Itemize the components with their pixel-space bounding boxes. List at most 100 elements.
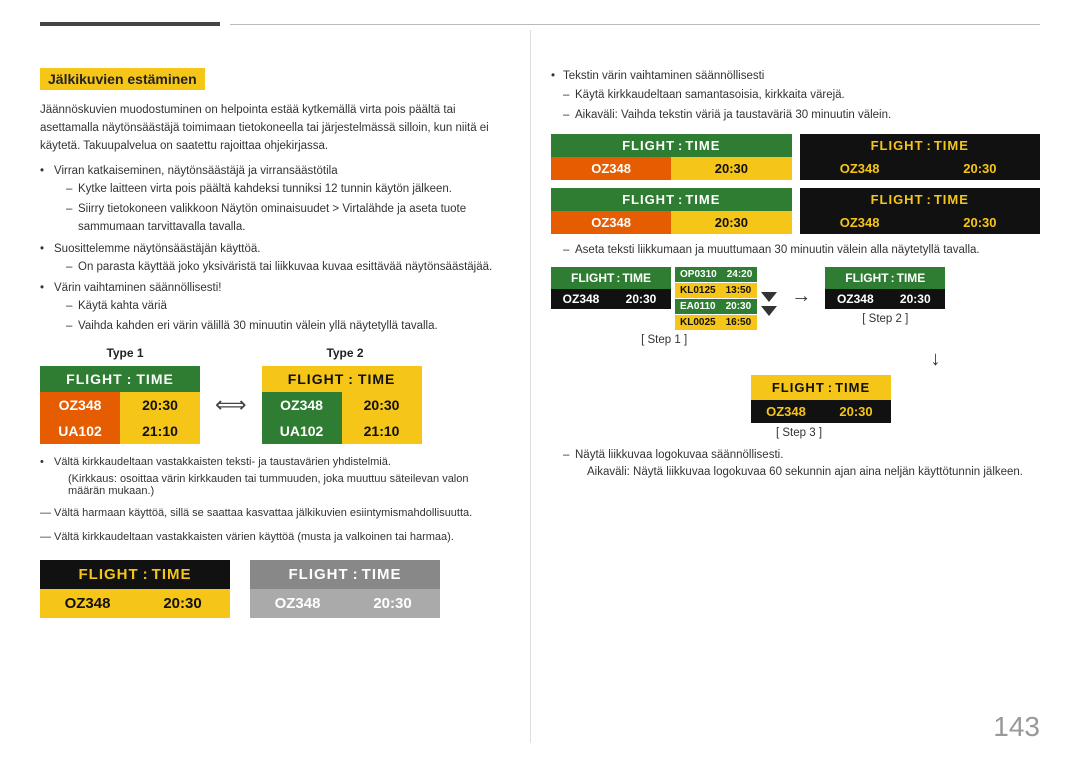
warn-bullet-1: Vältä kirkkaudeltaan vastakkaisten tekst… [40, 454, 500, 471]
step1-box: FLIGHT : TIME OZ348 20:30 OP [551, 267, 777, 346]
sub-dash-3a: Käytä kahta väriä [54, 298, 500, 316]
type2-header-flight: FLIGHT [288, 371, 345, 387]
step-dash-text: Aseta teksti liikkumaan ja muuttumaan 30… [551, 242, 1040, 259]
g2-flight: FLIGHT [871, 138, 924, 153]
g2-time-val: 20:30 [920, 157, 1040, 180]
g3-flight: FLIGHT [622, 192, 675, 207]
step3-flight: FLIGHT [772, 380, 825, 395]
g2-oz: OZ348 [800, 157, 920, 180]
bullet-item-3: Värin vaihtaminen säännöllisesti! Käytä … [40, 280, 500, 335]
sub-dash-1b: Siirry tietokoneen valikkoon Näytön omin… [54, 201, 500, 237]
step3-time-val: 20:30 [821, 400, 891, 423]
scroll-r3-c1: EA0110 [675, 299, 721, 314]
bullet-item-1: Virran katkaiseminen, näytönsäästäjä ja … [40, 163, 500, 236]
step3-board: FLIGHT : TIME OZ348 20:30 [751, 375, 891, 423]
section-heading: Jälkikuvien estäminen [40, 68, 205, 90]
scroll-r3-c2: 20:30 [721, 299, 758, 314]
bottom-gray-time-val: 20:30 [345, 589, 440, 618]
type2-ua: UA102 [262, 418, 342, 444]
bottom-gray-flight: FLIGHT [289, 566, 349, 583]
step1-scroll-rows: OP0310 24:20 KL0125 13:50 EA0110 20:30 [675, 267, 757, 330]
g1-time: TIME [685, 138, 720, 153]
type1-ua: UA102 [40, 418, 120, 444]
type2-header-time: TIME [358, 371, 395, 387]
horizontal-arrow: ⟺ [215, 392, 247, 418]
g4-time-val: 20:30 [920, 211, 1040, 234]
rule-dark [40, 22, 220, 26]
type1-label: Type 1 [40, 346, 210, 360]
grid-board-1: FLIGHT : TIME OZ348 20:30 [551, 134, 792, 180]
right-sub-1: Käytä kirkkaudeltaan samantasoisia, kirk… [551, 87, 1040, 104]
type1-header-flight: FLIGHT [66, 371, 123, 387]
g1-flight: FLIGHT [622, 138, 675, 153]
g4-flight: FLIGHT [871, 192, 924, 207]
darr-2 [761, 306, 777, 316]
type2-ua-time: 21:10 [342, 418, 422, 444]
sub-dash-2a: On parasta käyttää joko yksiväristä tai … [54, 259, 500, 277]
warn-paren: (Kirkkaus: osoittaa värin kirkkauden tai… [40, 473, 500, 497]
bottom-dark-flight: FLIGHT [79, 566, 139, 583]
type2-row1: OZ348 20:30 [262, 392, 422, 418]
bottom-gray-row: OZ348 20:30 [250, 589, 440, 618]
g1-time-val: 20:30 [671, 157, 791, 180]
g3-time-val: 20:30 [671, 211, 791, 234]
step2-to-step3-arrow: ↓ [831, 348, 1040, 371]
bottom-gray-oz: OZ348 [250, 589, 345, 618]
bottom-note-area: Näytä liikkuvaa logokuvaa säännöllisesti… [551, 447, 1040, 482]
page-number: 143 [993, 711, 1040, 743]
bottom-dark-row: OZ348 20:30 [40, 589, 230, 618]
grid-board-3: FLIGHT : TIME OZ348 20:30 [551, 188, 792, 234]
step1-time-val: 20:30 [611, 289, 671, 309]
type1-row2: UA102 21:10 [40, 418, 200, 444]
step3-label: [ Step 3 ] [776, 427, 822, 439]
scroll-r1-c1: OP0310 [675, 267, 722, 282]
type1-row1: OZ348 20:30 [40, 392, 200, 418]
steps-row: FLIGHT : TIME OZ348 20:30 OP [551, 267, 1040, 346]
step2-board: FLIGHT : TIME OZ348 20:30 [825, 267, 945, 309]
step2-time-label: TIME [897, 271, 926, 285]
rule-light [230, 24, 1040, 25]
step2-time-val: 20:30 [885, 289, 945, 309]
top-rules [40, 22, 1040, 26]
type2-board-header: FLIGHT : TIME [262, 366, 422, 392]
type1-oz: OZ348 [40, 392, 120, 418]
right-sub-2: Aikaväli: Vaihda tekstin väriä ja tausta… [551, 107, 1040, 124]
step2-label: [ Step 2 ] [862, 313, 908, 325]
type2-label: Type 2 [260, 346, 430, 360]
grid-board-4: FLIGHT : TIME OZ348 20:30 [800, 188, 1041, 234]
grid-board-2: FLIGHT : TIME OZ348 20:30 [800, 134, 1041, 180]
scroll-r2-c1: KL0125 [675, 283, 721, 298]
bottom-dark-oz: OZ348 [40, 589, 135, 618]
sub-dash-3b: Vaihda kahden eri värin välillä 30 minuu… [54, 318, 500, 336]
g3-time: TIME [685, 192, 720, 207]
right-column: Tekstin värin vaihtaminen säännöllisesti… [530, 30, 1040, 743]
warn-line-1: Vältä harmaan käyttöä, sillä se saattaa … [40, 505, 500, 522]
right-top-area: Tekstin värin vaihtaminen säännöllisesti… [551, 68, 1040, 124]
bottom-boards: FLIGHT : TIME OZ348 20:30 FLIGHT : TIME … [40, 560, 500, 618]
type1-time: 20:30 [120, 392, 200, 418]
step2-oz: OZ348 [825, 289, 885, 309]
bottom-gray-time: TIME [362, 566, 402, 583]
step2-content: FLIGHT : TIME OZ348 20:30 [825, 267, 945, 309]
bottom-note-sub: Aikaväli: Näytä liikkuvaa logokuvaa 60 s… [551, 464, 1040, 481]
type1-board-header: FLIGHT : TIME [40, 366, 200, 392]
sub-dash-1a: Kytke laitteen virta pois päältä kahdeks… [54, 181, 500, 199]
scroll-r2-c2: 13:50 [721, 283, 758, 298]
type2-board: FLIGHT : TIME OZ348 20:30 UA102 21:10 [262, 366, 422, 444]
g3-oz: OZ348 [551, 211, 671, 234]
step3-oz: OZ348 [751, 400, 821, 423]
type2-oz: OZ348 [262, 392, 342, 418]
step2-box: FLIGHT : TIME OZ348 20:30 [ Step 2 ] [825, 267, 945, 325]
warn-line-2: Vältä kirkkaudeltaan vastakkaisten värie… [40, 529, 500, 546]
step1-content: FLIGHT : TIME OZ348 20:30 OP [551, 267, 777, 330]
intro-text: Jäännöskuvien muodostuminen on helpointa… [40, 102, 500, 155]
step3-area: FLIGHT : TIME OZ348 20:30 [ Step 3 ] [751, 375, 1040, 439]
step1-time-label: TIME [622, 271, 651, 285]
g4-time: TIME [934, 192, 969, 207]
right-bullet-1: Tekstin värin vaihtaminen säännöllisesti [551, 68, 1040, 85]
step1-label: [ Step 1 ] [641, 334, 687, 346]
bottom-board-dark: FLIGHT : TIME OZ348 20:30 [40, 560, 230, 618]
g4-oz: OZ348 [800, 211, 920, 234]
step1-to-step2-arrow: → [787, 285, 815, 308]
bullet-item-2: Suosittelemme näytönsäästäjän käyttöä. O… [40, 241, 500, 277]
